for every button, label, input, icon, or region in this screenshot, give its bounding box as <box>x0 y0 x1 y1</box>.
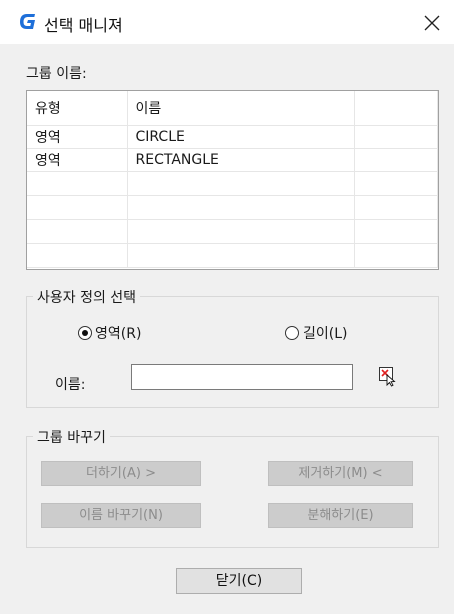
title-bar: 선택 매니져 <box>0 0 454 44</box>
gstarcad-logo-icon <box>20 14 35 29</box>
length-radio[interactable] <box>285 326 299 340</box>
area-radio[interactable] <box>78 326 92 340</box>
remove-button[interactable]: 제거하기(M) < <box>268 461 413 486</box>
change-group-legend: 그룹 바꾸기 <box>33 427 110 447</box>
explode-button[interactable]: 분해하기(E) <box>268 503 413 528</box>
name-label: 이름: <box>55 377 86 393</box>
custom-selection-legend: 사용자 정의 선택 <box>33 287 141 307</box>
window-title: 선택 매니져 <box>44 16 123 35</box>
add-button[interactable]: 더하기(A) > <box>41 461 201 486</box>
empty-row <box>27 243 438 268</box>
cell-name: CIRCLE <box>127 125 355 149</box>
empty-row <box>27 195 438 220</box>
close-icon[interactable] <box>422 13 442 33</box>
select-objects-icon[interactable] <box>377 365 399 387</box>
empty-row <box>27 171 438 196</box>
column-header-name[interactable]: 이름 <box>127 91 355 126</box>
cell-type: 영역 <box>27 125 128 149</box>
empty-row <box>27 219 438 244</box>
radio-selected-dot <box>82 330 88 336</box>
change-group-group: 그룹 바꾸기 더하기(A) > 제거하기(M) < 이름 바꾸기(N) 분해하기… <box>26 427 439 548</box>
close-button[interactable]: 닫기(C) <box>176 568 302 594</box>
area-radio-label[interactable]: 영역(R) <box>95 323 141 343</box>
column-header-extra[interactable] <box>354 91 438 126</box>
table-row[interactable]: 영역 RECTANGLE <box>27 148 438 172</box>
group-name-label: 그룹 이름: <box>26 66 87 82</box>
cell-empty <box>354 125 438 149</box>
dialog-body: 그룹 이름: 유형 이름 영역 CIRCLE 영역 RECTANGLE 사용자 … <box>0 44 454 614</box>
custom-selection-group: 사용자 정의 선택 영역(R) 길이(L) 이름: <box>26 287 439 408</box>
column-header-type[interactable]: 유형 <box>27 91 128 126</box>
length-radio-label[interactable]: 길이(L) <box>303 323 347 343</box>
name-input[interactable] <box>131 364 353 390</box>
table-row[interactable]: 영역 CIRCLE <box>27 125 438 149</box>
cell-empty <box>354 148 438 172</box>
rename-button[interactable]: 이름 바꾸기(N) <box>41 503 201 528</box>
cell-type: 영역 <box>27 148 128 172</box>
table-header-row: 유형 이름 <box>27 91 438 126</box>
group-table[interactable]: 유형 이름 영역 CIRCLE 영역 RECTANGLE <box>26 90 439 270</box>
cell-name: RECTANGLE <box>127 148 355 172</box>
